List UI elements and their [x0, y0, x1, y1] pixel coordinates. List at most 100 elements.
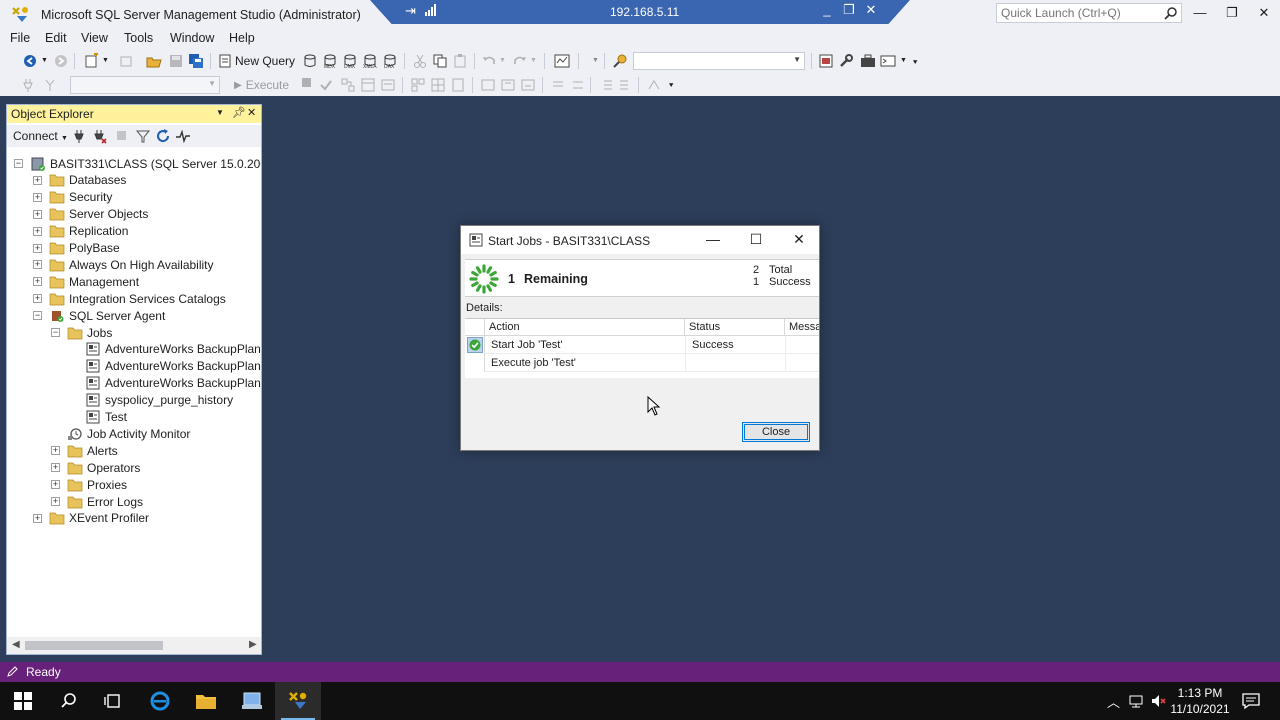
- tree-node[interactable]: + PolyBase: [33, 240, 120, 257]
- back-icon[interactable]: [22, 53, 38, 69]
- tree-node[interactable]: syspolicy_purge_history: [69, 392, 233, 409]
- close-panel-icon[interactable]: ✕: [247, 106, 256, 119]
- find-in-files-icon[interactable]: [612, 53, 628, 69]
- tree-node[interactable]: − SQL Server Agent: [33, 307, 165, 324]
- panel-options-dropdown-icon[interactable]: ▼: [216, 108, 224, 117]
- tree-node[interactable]: + Management: [33, 273, 139, 290]
- menu-window[interactable]: Window: [170, 31, 214, 45]
- toolbar-overflow-icon[interactable]: ⯆: [668, 81, 674, 91]
- notifications-icon[interactable]: [1242, 692, 1260, 710]
- xmla-query-icon[interactable]: XMLA: [362, 53, 378, 69]
- close-window-button[interactable]: ✕: [1254, 5, 1274, 23]
- properties-wrench-icon[interactable]: [838, 53, 854, 69]
- registered-servers-icon[interactable]: [818, 53, 834, 69]
- taskbar-server-manager-button[interactable]: [229, 682, 275, 720]
- expand-toggle-icon[interactable]: +: [33, 175, 42, 185]
- command-window-dropdown-icon[interactable]: ▼: [900, 57, 907, 64]
- quick-launch-box[interactable]: [996, 3, 1182, 23]
- database-engine-query-icon[interactable]: [302, 53, 318, 69]
- disconnect-icon[interactable]: [91, 128, 107, 144]
- expand-toggle-icon[interactable]: +: [33, 243, 42, 253]
- expand-toggle-icon[interactable]: +: [33, 277, 42, 287]
- connect-button[interactable]: Connect ▼: [13, 129, 68, 143]
- tree-node[interactable]: + Alerts: [51, 442, 118, 459]
- chevron-up-icon[interactable]: ︿: [1107, 692, 1120, 711]
- pin-icon[interactable]: ⇥: [405, 3, 416, 19]
- find-combo[interactable]: ▼: [633, 52, 805, 70]
- activity-monitor-icon[interactable]: [554, 53, 570, 69]
- clock-time[interactable]: 1:13 PM: [1160, 686, 1240, 700]
- scrollbar-thumb[interactable]: [25, 641, 163, 650]
- pin-panel-icon[interactable]: 📌︎: [232, 106, 246, 119]
- taskbar-edge-button[interactable]: [137, 682, 183, 720]
- column-header-message[interactable]: Messa: [785, 319, 819, 336]
- mdx-query-icon[interactable]: MDX: [322, 53, 338, 69]
- search-icon[interactable]: [1164, 6, 1178, 20]
- expand-toggle-icon[interactable]: +: [33, 260, 42, 270]
- expand-toggle-icon[interactable]: +: [33, 226, 42, 236]
- tree-node[interactable]: + Server Objects: [33, 206, 148, 223]
- column-header-status[interactable]: Status: [685, 319, 785, 336]
- tree-node[interactable]: − BASIT331\CLASS (SQL Server 15.0.2000.5 …: [14, 155, 261, 172]
- search-button[interactable]: [46, 682, 92, 720]
- back-dropdown-icon[interactable]: ▼: [41, 57, 48, 64]
- toolbox-icon[interactable]: [860, 53, 876, 69]
- tree-node[interactable]: + Integration Services Catalogs: [33, 290, 226, 307]
- tree-node[interactable]: + Security: [33, 189, 112, 206]
- taskbar-file-explorer-button[interactable]: [183, 682, 229, 720]
- expand-toggle-icon[interactable]: +: [51, 463, 60, 473]
- menu-view[interactable]: View: [81, 31, 108, 45]
- copy-icon[interactable]: [432, 53, 448, 69]
- dmx-query-icon[interactable]: DMX: [342, 53, 358, 69]
- signal-strength-icon[interactable]: [425, 4, 437, 16]
- tree-node[interactable]: Job Activity Monitor: [51, 425, 190, 442]
- solution-config-dropdown-icon[interactable]: ▼: [592, 57, 599, 64]
- dialog-close-button[interactable]: ✕: [788, 231, 810, 249]
- expand-toggle-icon[interactable]: +: [51, 480, 60, 490]
- scroll-right-icon[interactable]: ▶: [249, 639, 257, 650]
- collapse-toggle-icon[interactable]: −: [14, 159, 23, 168]
- tree-node[interactable]: AdventureWorks BackupPlan.Diff: [69, 341, 261, 358]
- expand-toggle-icon[interactable]: +: [51, 497, 60, 506]
- minimize-button[interactable]: —: [1190, 5, 1210, 23]
- column-header-action[interactable]: Action: [485, 319, 685, 336]
- activity-monitor-icon[interactable]: [175, 128, 191, 144]
- expand-toggle-icon[interactable]: +: [33, 209, 42, 219]
- tree-node[interactable]: + Replication: [33, 223, 128, 240]
- chevron-down-icon[interactable]: ▼: [61, 135, 68, 142]
- scroll-left-icon[interactable]: ◀: [12, 639, 20, 650]
- tree-node[interactable]: + Always On High Availability: [33, 256, 214, 273]
- quick-launch-input[interactable]: [997, 4, 1157, 22]
- chevron-down-icon[interactable]: ▼: [793, 55, 801, 64]
- tree-node[interactable]: − Jobs: [51, 324, 112, 341]
- connect-plug-icon[interactable]: [71, 128, 87, 144]
- network-icon[interactable]: [1128, 693, 1144, 709]
- dax-query-icon[interactable]: DAX: [382, 53, 398, 69]
- open-file-icon[interactable]: [146, 53, 162, 69]
- tree-node[interactable]: + XEvent Profiler: [33, 510, 149, 527]
- clock-date[interactable]: 11/10/2021: [1160, 702, 1240, 716]
- new-query-button[interactable]: New Query: [218, 52, 295, 70]
- dialog-maximize-button[interactable]: ☐: [745, 231, 767, 249]
- dialog-minimize-button[interactable]: —: [702, 231, 724, 249]
- menu-tools[interactable]: Tools: [124, 31, 153, 45]
- remote-minimize-button[interactable]: _: [818, 2, 836, 17]
- menu-edit[interactable]: Edit: [45, 31, 67, 45]
- collapse-toggle-icon[interactable]: −: [51, 328, 60, 337]
- tree-node[interactable]: + Databases: [33, 172, 126, 189]
- remote-restore-button[interactable]: ❐: [840, 2, 858, 18]
- horizontal-scrollbar[interactable]: ◀ ▶: [7, 637, 261, 654]
- filter-icon[interactable]: [135, 128, 151, 144]
- command-window-icon[interactable]: [880, 53, 896, 69]
- remote-close-button[interactable]: ✕: [862, 2, 880, 18]
- expand-toggle-icon[interactable]: +: [51, 446, 60, 456]
- tree-node[interactable]: AdventureWorks BackupPlan.Full: [69, 358, 261, 375]
- restore-button[interactable]: ❐: [1222, 5, 1242, 23]
- menu-help[interactable]: Help: [229, 31, 255, 45]
- tree-node[interactable]: + Operators: [51, 459, 140, 476]
- menu-file[interactable]: File: [10, 31, 30, 45]
- expand-toggle-icon[interactable]: +: [33, 192, 42, 202]
- tree-node[interactable]: Test: [69, 409, 127, 426]
- expand-toggle-icon[interactable]: +: [33, 294, 42, 304]
- close-button[interactable]: Close: [742, 422, 810, 442]
